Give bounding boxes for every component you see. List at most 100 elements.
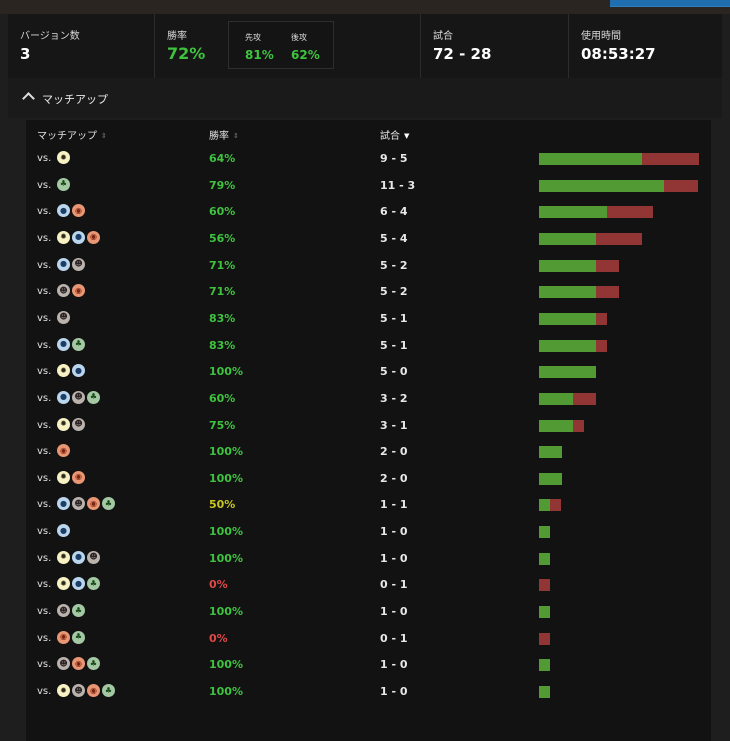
wins-bar-segment: [539, 472, 562, 485]
winrate-value: 0%: [209, 631, 228, 645]
vs-label: vs.: [37, 606, 52, 618]
table-row[interactable]: vs. ◉ 100% 2 - 0: [26, 439, 711, 465]
vs-label: vs.: [37, 686, 52, 697]
winrate-value: 71%: [209, 258, 236, 272]
opponent-colors: ● ♣: [57, 337, 85, 352]
blue-mana-icon: ●: [72, 364, 85, 378]
red-mana-icon: ◉: [72, 284, 85, 298]
table-row[interactable]: vs. ✹ ● ☻ 100% 1 - 0: [26, 546, 711, 572]
winrate-value: 100%: [209, 525, 243, 539]
table-row[interactable]: vs. ☻ ◉ ♣ 100% 1 - 0: [26, 652, 711, 678]
table-row[interactable]: vs. ☻ 83% 5 - 1: [26, 306, 711, 332]
vs-label: vs.: [37, 179, 52, 191]
table-row[interactable]: vs. ✹ ☻ ◉ ♣ 100% 1 - 0: [26, 679, 711, 705]
blue-mana-icon: ●: [57, 204, 70, 218]
losses-bar-segment: [596, 312, 607, 325]
table-row[interactable]: vs. ● ☻ ◉ ♣ 50% 1 - 1: [26, 492, 711, 518]
record-bar: [539, 419, 584, 432]
sort-desc-icon: ▼: [404, 131, 410, 140]
column-header-winrate-label: 勝率: [209, 131, 229, 142]
record-value: 5 - 1: [380, 311, 408, 325]
winrate-value: 50%: [209, 498, 236, 512]
red-mana-icon: ◉: [87, 497, 100, 511]
wins-bar-segment: [539, 179, 664, 192]
matchup-section-toggle[interactable]: マッチアップ: [8, 78, 722, 118]
red-mana-icon: ◉: [72, 204, 85, 218]
section-title: マッチアップ: [42, 93, 108, 106]
black-mana-icon: ☻: [72, 390, 85, 404]
table-row[interactable]: vs. ● 100% 1 - 0: [26, 519, 711, 545]
record-bar: [539, 606, 550, 619]
vs-label: vs.: [37, 499, 52, 511]
winrate-value: 100%: [209, 658, 243, 672]
record-bar: [539, 392, 596, 405]
record-value: 6 - 4: [380, 205, 408, 219]
winrate-value: 100%: [209, 685, 243, 698]
table-row[interactable]: vs. ✹ ● ♣ 0% 0 - 1: [26, 572, 711, 598]
losses-bar-segment: [539, 632, 550, 645]
record-value: 1 - 1: [380, 498, 408, 512]
wins-bar-segment: [539, 419, 573, 432]
table-row[interactable]: vs. ✹ 64% 9 - 5: [26, 146, 711, 172]
wins-bar-segment: [539, 286, 596, 299]
opponent-colors: ☻ ◉: [57, 284, 85, 298]
wins-bar-segment: [539, 659, 550, 672]
table-row[interactable]: vs. ✹ ☻ 75% 3 - 1: [26, 413, 711, 439]
table-row[interactable]: vs. ☻ ◉ 71% 5 - 2: [26, 279, 711, 305]
black-mana-icon: ☻: [72, 257, 85, 271]
stat-matches-value: 72 - 28: [433, 45, 492, 63]
table-row[interactable]: vs. ✹ ◉ 100% 2 - 0: [26, 466, 711, 492]
green-mana-icon: ♣: [72, 337, 85, 351]
blue-mana-icon: ●: [57, 524, 70, 538]
record-value: 5 - 2: [380, 285, 408, 299]
green-mana-icon: ♣: [87, 577, 100, 591]
vs-label: vs.: [37, 259, 52, 271]
white-mana-icon: ✹: [57, 151, 70, 164]
blue-mana-icon: ●: [72, 550, 85, 564]
table-row[interactable]: vs. ● ◉ 60% 6 - 4: [26, 199, 711, 225]
wins-bar-segment: [539, 339, 596, 352]
column-header-matchup[interactable]: マッチアップ ⇕: [37, 127, 107, 142]
red-mana-icon: ◉: [87, 230, 100, 244]
stat-versions-label: バージョン数: [20, 31, 80, 42]
losses-bar-segment: [539, 579, 550, 592]
record-bar: [539, 579, 550, 592]
opponent-colors: ● ◉: [57, 204, 85, 218]
vs-label: vs.: [37, 392, 52, 404]
wins-bar-segment: [539, 606, 550, 619]
green-mana-icon: ♣: [102, 684, 115, 697]
record-bar: [539, 312, 607, 325]
matchup-table: マッチアップ ⇕ 勝率 ⇕ 試合 ▼ vs. ✹ 64% 9 - 5 vs. ♣ 79% 11 - …: [26, 120, 711, 741]
vs-label: vs.: [37, 446, 52, 458]
column-header-matchup-label: マッチアップ: [37, 131, 97, 142]
vs-label: vs.: [37, 659, 52, 671]
winrate-value: 71%: [209, 285, 236, 299]
on-play-label: 先攻: [245, 33, 261, 42]
vs-label: vs.: [37, 206, 52, 218]
table-row[interactable]: vs. ✹ ● ◉ 56% 5 - 4: [26, 226, 711, 252]
losses-bar-segment: [573, 392, 596, 405]
record-value: 9 - 5: [380, 152, 408, 165]
table-row[interactable]: vs. ● ☻ ♣ 60% 3 - 2: [26, 386, 711, 412]
wins-bar-segment: [539, 686, 550, 698]
vs-label: vs.: [37, 419, 52, 431]
table-row[interactable]: vs. ☻ ♣ 100% 1 - 0: [26, 599, 711, 625]
table-row[interactable]: vs. ● ☻ 71% 5 - 2: [26, 253, 711, 279]
wins-bar-segment: [539, 552, 550, 565]
opponent-colors: ✹ ● ☻: [57, 550, 100, 565]
top-action-button[interactable]: [610, 0, 730, 7]
vs-label: vs.: [37, 526, 52, 538]
table-row[interactable]: vs. ♣ 79% 11 - 3: [26, 173, 711, 199]
record-value: 5 - 0: [380, 365, 408, 379]
winrate-value: 75%: [209, 418, 236, 432]
opponent-colors: ✹: [57, 151, 70, 165]
table-row[interactable]: vs. ✹ ● 100% 5 - 0: [26, 359, 711, 385]
table-row[interactable]: vs. ● ♣ 83% 5 - 1: [26, 333, 711, 359]
losses-bar-segment: [596, 259, 619, 272]
column-header-games[interactable]: 試合 ▼: [380, 127, 409, 142]
column-header-winrate[interactable]: 勝率 ⇕: [209, 127, 239, 142]
opponent-colors: ✹ ◉: [57, 470, 85, 485]
record-bar: [539, 179, 698, 192]
record-value: 2 - 0: [380, 471, 408, 485]
table-row[interactable]: vs. ◉ ♣ 0% 0 - 1: [26, 626, 711, 652]
